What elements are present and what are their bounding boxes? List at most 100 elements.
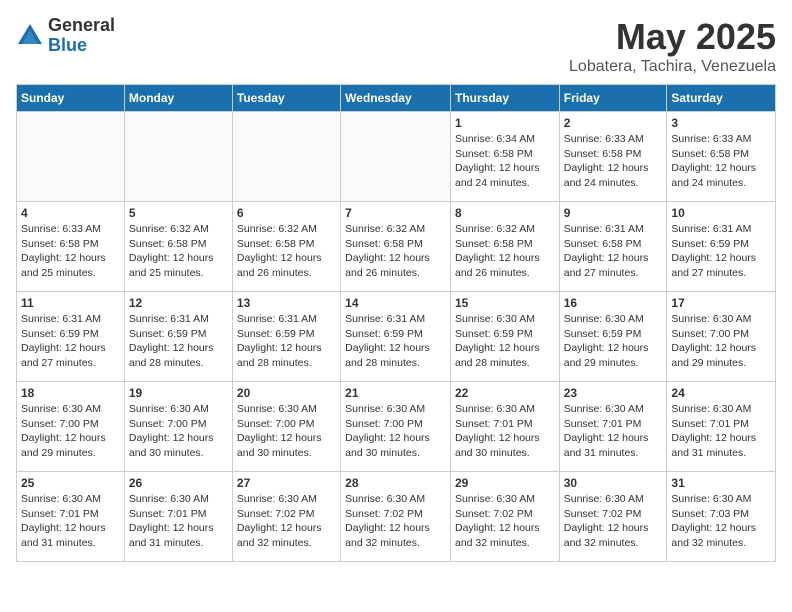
weekday-header: Friday	[559, 85, 667, 112]
day-number: 26	[129, 476, 228, 490]
calendar-day-cell: 10 Sunrise: 6:31 AM Sunset: 6:59 PM Dayli…	[667, 202, 776, 292]
weekday-header: Sunday	[17, 85, 125, 112]
calendar-day-cell: 9 Sunrise: 6:31 AM Sunset: 6:58 PM Daylig…	[559, 202, 667, 292]
calendar-title: May 2025	[569, 16, 776, 58]
day-number: 28	[345, 476, 446, 490]
logo: General Blue	[16, 16, 115, 56]
day-info: Sunrise: 6:31 AM Sunset: 6:59 PM Dayligh…	[129, 312, 228, 371]
day-number: 27	[237, 476, 336, 490]
logo-icon	[16, 22, 44, 50]
day-number: 19	[129, 386, 228, 400]
calendar-subtitle: Lobatera, Tachira, Venezuela	[569, 58, 776, 76]
day-number: 23	[564, 386, 663, 400]
day-info: Sunrise: 6:34 AM Sunset: 6:58 PM Dayligh…	[455, 132, 555, 191]
calendar-day-cell: 8 Sunrise: 6:32 AM Sunset: 6:58 PM Daylig…	[450, 202, 559, 292]
calendar-day-cell: 28Sunrise: 6:30 AM Sunset: 7:02 PM Dayli…	[341, 472, 451, 562]
day-info: Sunrise: 6:32 AM Sunset: 6:58 PM Dayligh…	[345, 222, 446, 281]
calendar-day-cell: 25 Sunrise: 6:30 AM Sunset: 7:01 PM Dayli…	[17, 472, 125, 562]
day-info: Sunrise: 6:33 AM Sunset: 6:58 PM Dayligh…	[21, 222, 120, 281]
day-number: 12	[129, 296, 228, 310]
calendar-day-cell: 21Sunrise: 6:30 AM Sunset: 7:00 PM Dayli…	[341, 382, 451, 472]
weekday-header: Tuesday	[232, 85, 340, 112]
day-number: 15	[455, 296, 555, 310]
day-number: 5	[129, 206, 228, 220]
day-number: 7	[345, 206, 446, 220]
weekday-header-row: SundayMondayTuesdayWednesdayThursdayFrid…	[17, 85, 776, 112]
day-number: 17	[671, 296, 771, 310]
calendar-table: SundayMondayTuesdayWednesdayThursdayFrid…	[16, 84, 776, 562]
calendar-day-cell	[124, 112, 232, 202]
day-info: Sunrise: 6:31 AM Sunset: 6:59 PM Dayligh…	[237, 312, 336, 371]
day-info: Sunrise: 6:30 AM Sunset: 7:00 PM Dayligh…	[21, 402, 120, 461]
calendar-day-cell: 11Sunrise: 6:31 AM Sunset: 6:59 PM Dayli…	[17, 292, 125, 382]
calendar-day-cell: 5 Sunrise: 6:32 AM Sunset: 6:58 PM Daylig…	[124, 202, 232, 292]
calendar-day-cell: 23Sunrise: 6:30 AM Sunset: 7:01 PM Dayli…	[559, 382, 667, 472]
logo-blue-text: Blue	[48, 36, 115, 56]
day-number: 9	[564, 206, 663, 220]
day-info: Sunrise: 6:30 AM Sunset: 7:02 PM Dayligh…	[564, 492, 663, 551]
calendar-day-cell: 22 Sunrise: 6:30 AM Sunset: 7:01 PM Dayli…	[450, 382, 559, 472]
day-number: 30	[564, 476, 663, 490]
weekday-header: Monday	[124, 85, 232, 112]
calendar-day-cell: 2Sunrise: 6:33 AM Sunset: 6:58 PM Daylig…	[559, 112, 667, 202]
calendar-day-cell: 20 Sunrise: 6:30 AM Sunset: 7:00 PM Dayli…	[232, 382, 340, 472]
calendar-day-cell: 14 Sunrise: 6:31 AM Sunset: 6:59 PM Dayli…	[341, 292, 451, 382]
day-info: Sunrise: 6:30 AM Sunset: 7:01 PM Dayligh…	[21, 492, 120, 551]
day-info: Sunrise: 6:31 AM Sunset: 6:58 PM Dayligh…	[564, 222, 663, 281]
day-number: 24	[671, 386, 771, 400]
calendar-day-cell: 12 Sunrise: 6:31 AM Sunset: 6:59 PM Dayli…	[124, 292, 232, 382]
day-number: 14	[345, 296, 446, 310]
calendar-day-cell: 4 Sunrise: 6:33 AM Sunset: 6:58 PM Daylig…	[17, 202, 125, 292]
calendar-day-cell: 3 Sunrise: 6:33 AM Sunset: 6:58 PM Daylig…	[667, 112, 776, 202]
day-info: Sunrise: 6:31 AM Sunset: 6:59 PM Dayligh…	[671, 222, 771, 281]
calendar-week-row: 4 Sunrise: 6:33 AM Sunset: 6:58 PM Daylig…	[17, 202, 776, 292]
day-info: Sunrise: 6:30 AM Sunset: 6:59 PM Dayligh…	[455, 312, 555, 371]
calendar-day-cell: 31 Sunrise: 6:30 AM Sunset: 7:03 PM Dayli…	[667, 472, 776, 562]
day-number: 13	[237, 296, 336, 310]
day-info: Sunrise: 6:33 AM Sunset: 6:58 PM Dayligh…	[671, 132, 771, 191]
page-header: General Blue May 2025 Lobatera, Tachira,…	[16, 16, 776, 76]
day-info: Sunrise: 6:30 AM Sunset: 7:00 PM Dayligh…	[345, 402, 446, 461]
day-info: Sunrise: 6:30 AM Sunset: 7:00 PM Dayligh…	[671, 312, 771, 371]
calendar-week-row: 25 Sunrise: 6:30 AM Sunset: 7:01 PM Dayli…	[17, 472, 776, 562]
day-number: 10	[671, 206, 771, 220]
weekday-header: Thursday	[450, 85, 559, 112]
calendar-day-cell: 16Sunrise: 6:30 AM Sunset: 6:59 PM Dayli…	[559, 292, 667, 382]
calendar-day-cell	[17, 112, 125, 202]
day-number: 18	[21, 386, 120, 400]
day-number: 29	[455, 476, 555, 490]
day-info: Sunrise: 6:30 AM Sunset: 7:01 PM Dayligh…	[129, 492, 228, 551]
day-number: 11	[21, 296, 120, 310]
day-info: Sunrise: 6:30 AM Sunset: 7:03 PM Dayligh…	[671, 492, 771, 551]
calendar-week-row: 18 Sunrise: 6:30 AM Sunset: 7:00 PM Dayli…	[17, 382, 776, 472]
day-info: Sunrise: 6:33 AM Sunset: 6:58 PM Dayligh…	[564, 132, 663, 191]
calendar-day-cell: 15 Sunrise: 6:30 AM Sunset: 6:59 PM Dayli…	[450, 292, 559, 382]
day-info: Sunrise: 6:30 AM Sunset: 7:00 PM Dayligh…	[237, 402, 336, 461]
calendar-day-cell: 27 Sunrise: 6:30 AM Sunset: 7:02 PM Dayli…	[232, 472, 340, 562]
calendar-day-cell: 17 Sunrise: 6:30 AM Sunset: 7:00 PM Dayli…	[667, 292, 776, 382]
calendar-day-cell: 7 Sunrise: 6:32 AM Sunset: 6:58 PM Daylig…	[341, 202, 451, 292]
day-info: Sunrise: 6:30 AM Sunset: 7:01 PM Dayligh…	[455, 402, 555, 461]
day-number: 31	[671, 476, 771, 490]
day-number: 8	[455, 206, 555, 220]
day-info: Sunrise: 6:32 AM Sunset: 6:58 PM Dayligh…	[237, 222, 336, 281]
day-info: Sunrise: 6:30 AM Sunset: 7:02 PM Dayligh…	[237, 492, 336, 551]
calendar-day-cell: 19Sunrise: 6:30 AM Sunset: 7:00 PM Dayli…	[124, 382, 232, 472]
logo-general-text: General	[48, 16, 115, 36]
day-number: 4	[21, 206, 120, 220]
day-number: 20	[237, 386, 336, 400]
calendar-day-cell: 1Sunrise: 6:34 AM Sunset: 6:58 PM Daylig…	[450, 112, 559, 202]
calendar-day-cell: 24Sunrise: 6:30 AM Sunset: 7:01 PM Dayli…	[667, 382, 776, 472]
day-number: 6	[237, 206, 336, 220]
day-info: Sunrise: 6:32 AM Sunset: 6:58 PM Dayligh…	[129, 222, 228, 281]
day-number: 22	[455, 386, 555, 400]
day-number: 25	[21, 476, 120, 490]
calendar-day-cell: 6 Sunrise: 6:32 AM Sunset: 6:58 PM Daylig…	[232, 202, 340, 292]
day-info: Sunrise: 6:30 AM Sunset: 7:02 PM Dayligh…	[455, 492, 555, 551]
day-number: 3	[671, 116, 771, 130]
day-info: Sunrise: 6:32 AM Sunset: 6:58 PM Dayligh…	[455, 222, 555, 281]
title-block: May 2025 Lobatera, Tachira, Venezuela	[569, 16, 776, 76]
day-info: Sunrise: 6:31 AM Sunset: 6:59 PM Dayligh…	[345, 312, 446, 371]
calendar-day-cell: 29 Sunrise: 6:30 AM Sunset: 7:02 PM Dayli…	[450, 472, 559, 562]
day-info: Sunrise: 6:30 AM Sunset: 6:59 PM Dayligh…	[564, 312, 663, 371]
